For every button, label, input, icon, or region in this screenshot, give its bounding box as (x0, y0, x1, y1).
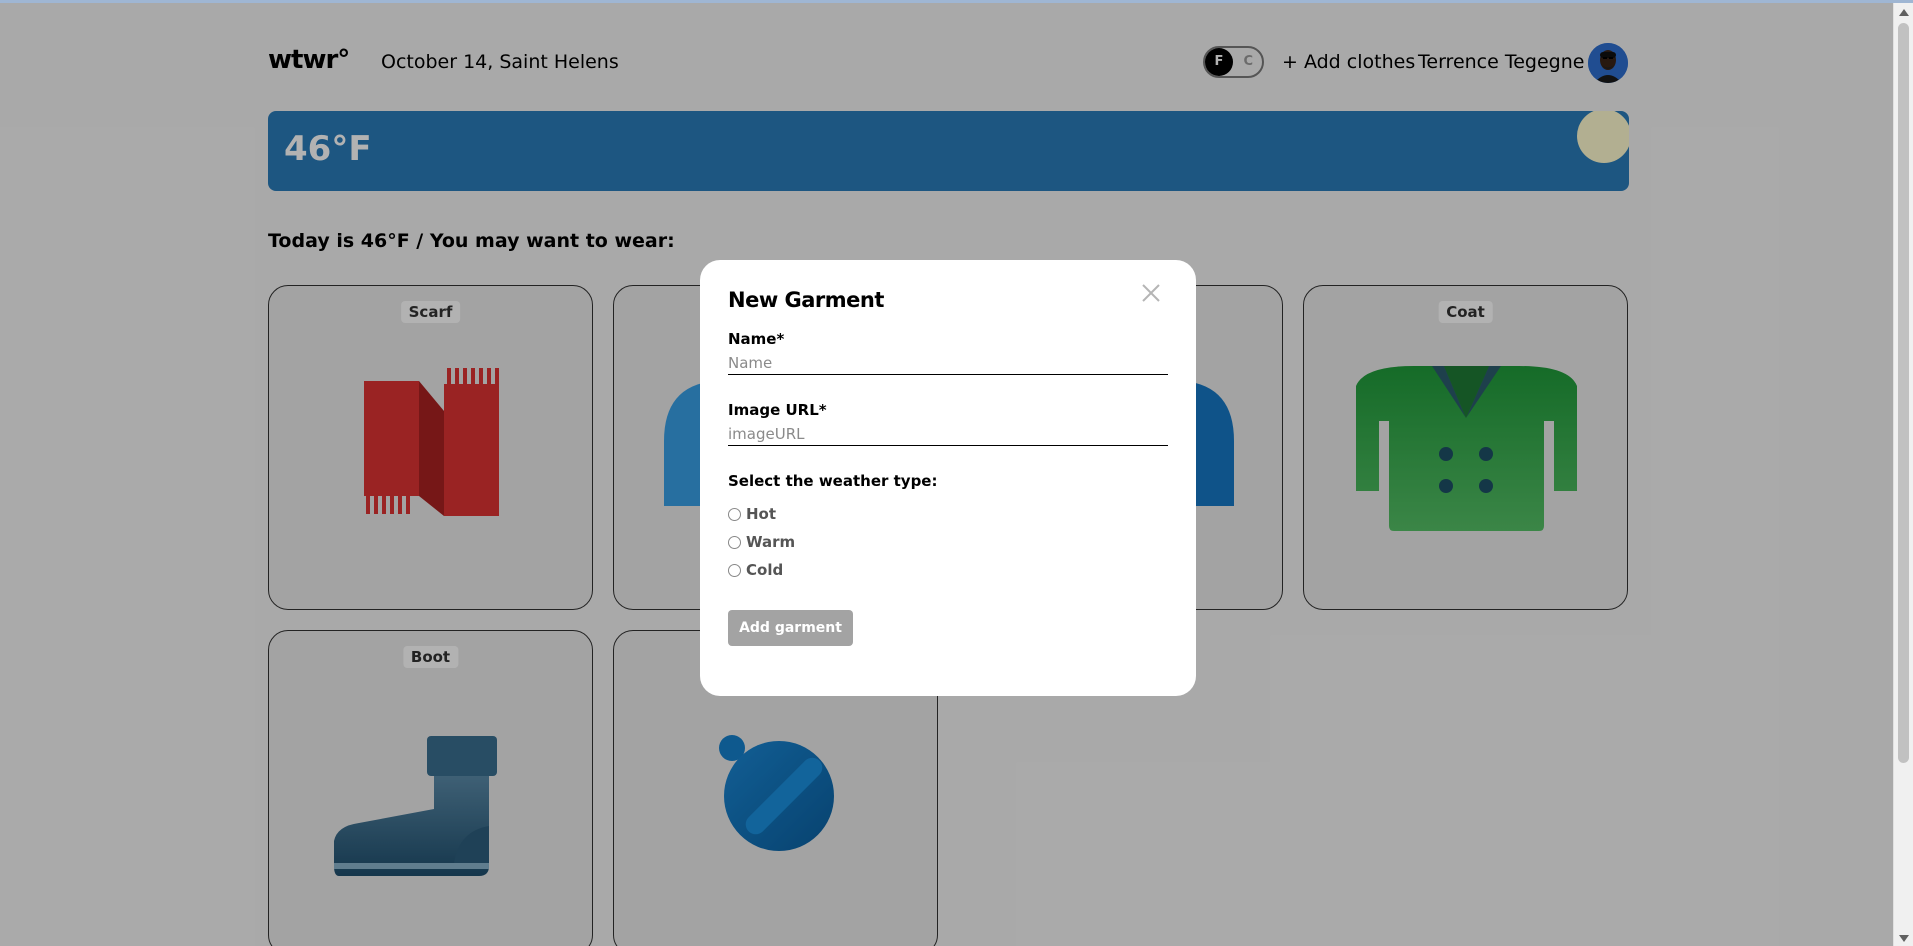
radio-hot-circle[interactable] (728, 507, 741, 521)
image-url-input[interactable] (728, 419, 1168, 446)
image-url-label: Image URL* (728, 401, 827, 419)
name-input[interactable] (728, 348, 1168, 375)
radio-warm-label: Warm (746, 533, 796, 551)
scroll-up-icon[interactable] (1899, 9, 1909, 16)
scroll-down-icon[interactable] (1899, 935, 1909, 942)
weather-type-label: Select the weather type: (728, 472, 938, 490)
vertical-scrollbar[interactable] (1893, 3, 1913, 946)
radio-hot[interactable]: Hot (728, 500, 1168, 528)
modal-title: New Garment (728, 288, 884, 312)
name-label: Name* (728, 330, 785, 348)
radio-cold-circle[interactable] (728, 563, 741, 577)
close-button[interactable] (1140, 282, 1162, 304)
close-icon (1142, 284, 1160, 302)
radio-warm-circle[interactable] (728, 535, 741, 549)
add-garment-button[interactable]: Add garment (728, 610, 853, 646)
radio-cold-label: Cold (746, 561, 784, 579)
radio-hot-label: Hot (746, 505, 777, 523)
radio-cold[interactable]: Cold (728, 556, 1168, 584)
new-garment-modal: New Garment Name* Image URL* Select the … (700, 260, 1196, 696)
page: wtwr° October 14, Saint Helens F C + Add… (0, 3, 1893, 946)
scroll-thumb[interactable] (1898, 23, 1909, 763)
radio-warm[interactable]: Warm (728, 528, 1168, 556)
